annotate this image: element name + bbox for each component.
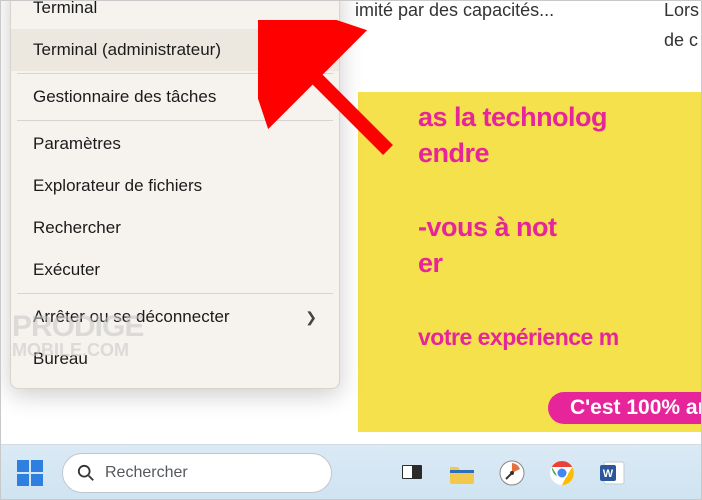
ad-line: endre <box>418 138 489 169</box>
chevron-right-icon: ❯ <box>295 309 317 326</box>
menu-item-label: Bureau <box>33 349 88 369</box>
menu-item-task-manager[interactable]: Gestionnaire des tâches <box>11 76 339 118</box>
taskbar-search[interactable]: Rechercher <box>62 453 332 493</box>
menu-item-run[interactable]: Exécuter <box>11 249 339 291</box>
search-placeholder: Rechercher <box>105 464 188 482</box>
svg-text:W: W <box>603 468 614 480</box>
menu-item-desktop[interactable]: Bureau <box>11 338 339 380</box>
ad-line: -vous à not <box>418 212 557 243</box>
menu-separator <box>17 293 333 294</box>
taskbar-chrome[interactable] <box>542 453 582 493</box>
ad-line: er <box>418 248 443 279</box>
menu-item-label: Rechercher <box>33 218 121 238</box>
ad-line: votre expérience m <box>418 324 619 351</box>
menu-item-label: Terminal (administrateur) <box>33 40 221 60</box>
menu-separator <box>17 120 333 121</box>
ad-cta-pill[interactable]: C'est 100% aratuit <box>548 392 702 424</box>
ad-line: as la technolog <box>418 102 607 133</box>
page-text-fragment: Lors <box>664 0 699 21</box>
chrome-icon <box>548 459 576 487</box>
menu-item-settings[interactable]: Paramètres <box>11 123 339 165</box>
taskbar-task-view[interactable] <box>392 453 432 493</box>
taskbar: Rechercher <box>0 444 702 500</box>
menu-item-label: Gestionnaire des tâches <box>33 87 216 107</box>
taskbar-file-explorer[interactable] <box>442 453 482 493</box>
gauge-icon <box>498 459 526 487</box>
menu-item-label: Arrêter ou se déconnecter <box>33 307 230 327</box>
taskbar-app-gauge[interactable] <box>492 453 532 493</box>
winx-context-menu: Terminal Terminal (administrateur) Gesti… <box>10 0 340 389</box>
menu-item-label: Exécuter <box>33 260 100 280</box>
menu-item-shutdown-signout[interactable]: Arrêter ou se déconnecter ❯ <box>11 296 339 338</box>
menu-item-terminal-admin[interactable]: Terminal (administrateur) <box>11 29 339 71</box>
search-icon <box>77 464 95 482</box>
folder-icon <box>448 461 476 485</box>
ad-banner[interactable]: as la technolog endre -vous à not er vot… <box>358 92 702 432</box>
menu-item-label: Paramètres <box>33 134 121 154</box>
menu-item-label: Explorateur de fichiers <box>33 176 202 196</box>
word-icon: W <box>598 459 626 487</box>
menu-item-search[interactable]: Rechercher <box>11 207 339 249</box>
page-text-fragment: imité par des capacités... <box>355 0 554 21</box>
menu-item-file-explorer[interactable]: Explorateur de fichiers <box>11 165 339 207</box>
page-text-fragment: de c <box>664 30 698 51</box>
start-button[interactable] <box>8 453 52 493</box>
windows-logo-icon <box>17 460 43 486</box>
menu-item-terminal[interactable]: Terminal <box>11 0 339 29</box>
menu-item-label: Terminal <box>33 0 97 18</box>
taskbar-word[interactable]: W <box>592 453 632 493</box>
menu-separator <box>17 73 333 74</box>
task-view-icon <box>400 461 424 485</box>
